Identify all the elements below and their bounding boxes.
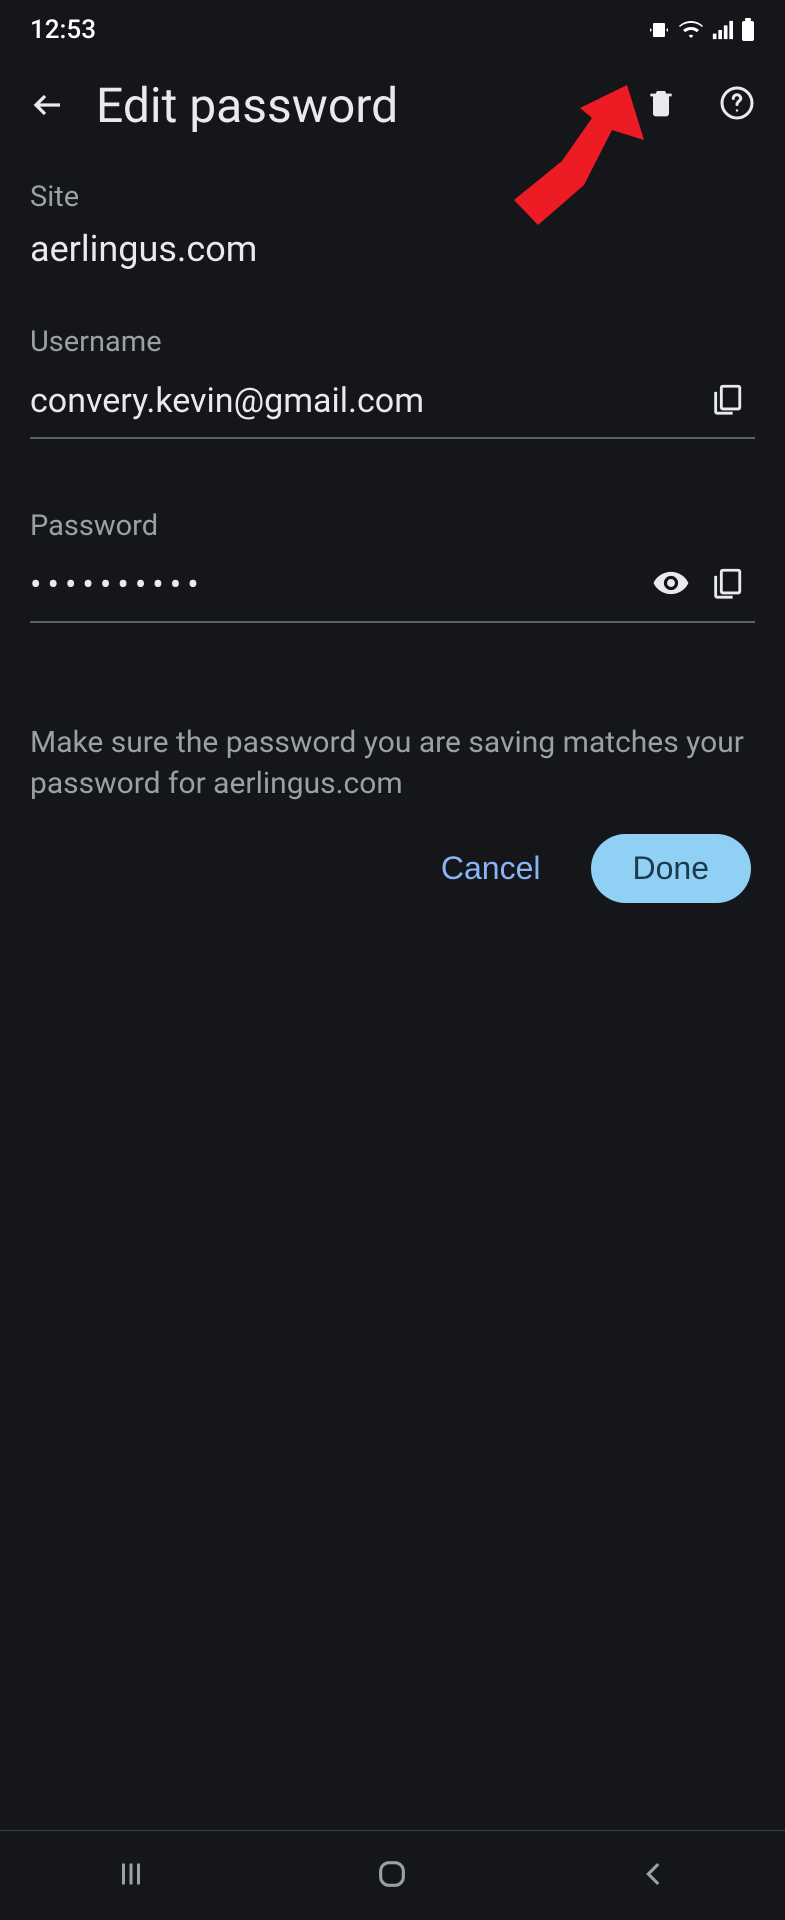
show-password-button[interactable] (643, 557, 699, 613)
signal-icon (711, 19, 733, 41)
content: Site aerlingus.com Username Password •••… (0, 150, 785, 903)
username-label: Username (30, 325, 755, 359)
cancel-button[interactable]: Cancel (421, 836, 561, 901)
password-field: Password •••••••••• (30, 509, 755, 623)
nav-bar (0, 1830, 785, 1920)
password-label: Password (30, 509, 755, 543)
help-button[interactable] (709, 77, 765, 133)
status-time: 12:53 (30, 15, 96, 45)
page-title: Edit password (96, 77, 398, 134)
battery-icon (741, 18, 755, 42)
username-field: Username (30, 325, 755, 439)
status-bar: 12:53 (0, 0, 785, 60)
chevron-left-icon (637, 1857, 671, 1895)
eye-icon (652, 564, 690, 606)
button-row: Cancel Done (30, 834, 755, 903)
copy-username-button[interactable] (699, 373, 755, 429)
site-value: aerlingus.com (30, 228, 755, 270)
nav-recents-button[interactable] (101, 1846, 161, 1906)
site-field: Site aerlingus.com (30, 180, 755, 270)
recents-icon (113, 1856, 149, 1896)
nav-back-button[interactable] (624, 1846, 684, 1906)
copy-icon (710, 380, 744, 422)
copy-icon (710, 564, 744, 606)
back-button[interactable] (20, 77, 76, 133)
trash-icon (645, 85, 677, 125)
help-icon (719, 85, 755, 125)
copy-password-button[interactable] (699, 557, 755, 613)
password-input[interactable]: •••••••••• (30, 557, 643, 613)
app-bar: Edit password (0, 60, 785, 150)
home-icon (375, 1857, 409, 1895)
delete-button[interactable] (633, 77, 689, 133)
wifi-icon (679, 18, 703, 42)
done-button[interactable]: Done (591, 834, 752, 903)
site-label: Site (30, 180, 755, 214)
status-right (647, 18, 755, 42)
vibrate-icon (647, 18, 671, 42)
nav-home-button[interactable] (362, 1846, 422, 1906)
username-input[interactable] (30, 377, 699, 425)
hint-text: Make sure the password you are saving ma… (30, 723, 755, 804)
